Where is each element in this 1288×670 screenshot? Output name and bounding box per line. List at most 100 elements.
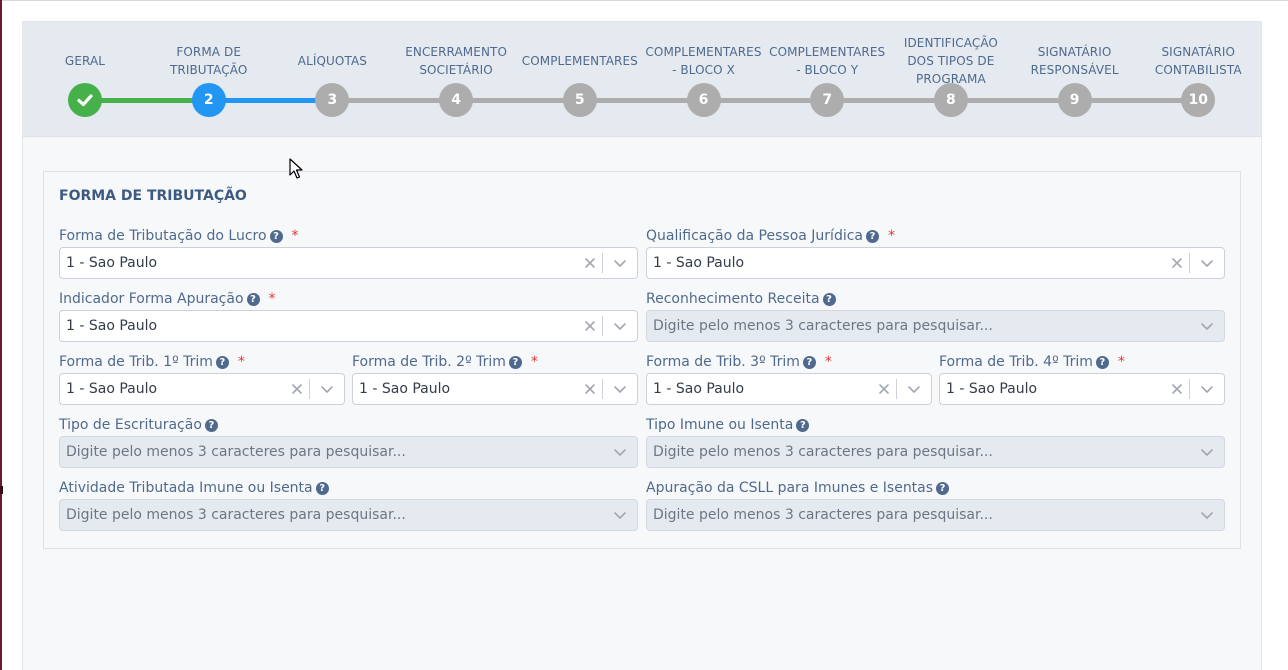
chevron-down-icon xyxy=(603,437,637,467)
required-marker: * xyxy=(268,291,276,307)
wizard-steps: GERAL FORMA DE TRIBUTAÇÃO 2 ALÍQUOTAS 3 ENCER… xyxy=(23,22,1261,137)
help-icon[interactable]: ? xyxy=(246,292,260,306)
required-marker: * xyxy=(1117,354,1125,370)
wizard-step-2[interactable]: FORMA DE TRIBUTAÇÃO 2 xyxy=(147,22,271,137)
select-value: 1 - Sao Paulo xyxy=(66,255,158,271)
clear-icon[interactable] xyxy=(872,374,896,404)
step-connector xyxy=(332,98,457,103)
step-number-badge[interactable]: 8 xyxy=(933,83,968,117)
wizard-step-4[interactable]: ENCERRAMENTO SOCIETÁRIO 4 xyxy=(394,22,518,137)
wizard-step-1[interactable]: GERAL xyxy=(23,22,147,137)
field-label-text: Forma de Trib. 1º Trim xyxy=(59,354,213,370)
step-number-badge[interactable]: 4 xyxy=(439,83,474,117)
help-icon[interactable]: ? xyxy=(1095,355,1109,369)
field-label-text: Forma de Trib. 2º Trim xyxy=(352,354,506,370)
chevron-down-icon[interactable] xyxy=(603,248,637,278)
help-icon[interactable]: ? xyxy=(802,355,816,369)
select-dropdown[interactable]: 1 - Sao Paulo xyxy=(352,373,638,405)
help-icon[interactable]: ? xyxy=(315,481,329,495)
clear-icon[interactable] xyxy=(578,248,602,278)
field-label: Forma de Tributação do Lucro? * xyxy=(59,227,299,245)
help-icon[interactable]: ? xyxy=(269,229,283,243)
field-label-text: Tipo de Escrituração xyxy=(59,417,202,433)
form-field: Forma de Tributação do Lucro? * 1 - Sao Pa… xyxy=(59,227,638,279)
step-number-badge[interactable]: 10 xyxy=(1181,83,1216,117)
left-edge-marker xyxy=(0,486,3,494)
step-number: 4 xyxy=(451,92,461,108)
step-number: 10 xyxy=(1188,92,1209,108)
form-field: Forma de Trib. 3º Trim? * 1 - Sao Paulo xyxy=(646,353,932,405)
chevron-down-icon[interactable] xyxy=(310,374,344,404)
step-number-badge[interactable]: 2 xyxy=(191,83,226,117)
wizard-step-5[interactable]: COMPLEMENTARES 5 xyxy=(518,22,642,137)
step-number-badge[interactable]: 3 xyxy=(315,83,350,117)
panel-title: FORMA DE TRIBUTAÇÃO xyxy=(59,188,247,204)
select-dropdown[interactable]: 1 - Sao Paulo xyxy=(646,373,932,405)
clear-icon[interactable] xyxy=(1165,248,1189,278)
field-label-text: Apuração da CSLL para Imunes e Isentas xyxy=(646,480,934,496)
required-marker: * xyxy=(237,354,245,370)
step-label: COMPLEMENTARES xyxy=(521,54,638,68)
form-field: Apuração da CSLL para Imunes e Isentas? D… xyxy=(646,479,1225,531)
step-label: SIGNATÁRIO CONTABILISTA xyxy=(1154,45,1242,77)
step-number-badge[interactable]: 6 xyxy=(686,83,721,117)
select-dropdown[interactable]: 1 - Sao Paulo xyxy=(59,310,638,342)
field-label-text: Atividade Tributada Imune ou Isenta xyxy=(59,480,313,496)
required-marker: * xyxy=(824,354,832,370)
chevron-down-icon[interactable] xyxy=(603,374,637,404)
field-label-text: Reconhecimento Receita xyxy=(646,291,820,307)
wizard-step-6[interactable]: COMPLEMENTARES - BLOCO X 6 xyxy=(642,22,766,137)
chevron-down-icon[interactable] xyxy=(1190,374,1224,404)
select-dropdown: Digite pelo menos 3 caracteres para pesq… xyxy=(646,436,1225,468)
field-label: Tipo Imune ou Isenta? xyxy=(646,416,810,434)
step-connector xyxy=(85,98,209,103)
select-dropdown[interactable]: 1 - Sao Paulo xyxy=(59,373,345,405)
chevron-down-icon xyxy=(603,500,637,530)
wizard-step-3[interactable]: ALÍQUOTAS 3 xyxy=(270,22,394,137)
field-label-text: Forma de Trib. 3º Trim xyxy=(646,354,800,370)
form-container: GERAL FORMA DE TRIBUTAÇÃO 2 ALÍQUOTAS 3 ENCER… xyxy=(22,21,1262,670)
help-icon[interactable]: ? xyxy=(796,418,810,432)
step-number-badge[interactable]: 5 xyxy=(562,83,597,117)
select-dropdown[interactable]: 1 - Sao Paulo xyxy=(59,247,638,279)
step-number: 6 xyxy=(698,92,709,108)
clear-icon[interactable] xyxy=(578,311,602,341)
select-dropdown: Digite pelo menos 3 caracteres para pesq… xyxy=(59,499,638,531)
step-number: 5 xyxy=(574,92,585,108)
wizard-step-10[interactable]: SIGNATÁRIO CONTABILISTA 10 xyxy=(1136,22,1260,137)
chevron-down-icon xyxy=(1190,500,1224,530)
step-connector xyxy=(827,98,951,103)
forma-tributacao-panel: FORMA DE TRIBUTAÇÃO Forma de Tributação … xyxy=(43,171,1241,549)
field-label-text: Indicador Forma Apuração xyxy=(59,291,244,307)
select-placeholder: Digite pelo menos 3 caracteres para pesq… xyxy=(653,507,993,523)
clear-icon[interactable] xyxy=(1165,374,1189,404)
help-icon[interactable]: ? xyxy=(866,229,879,243)
select-dropdown[interactable]: 1 - Sao Paulo xyxy=(646,247,1225,279)
chevron-down-icon[interactable] xyxy=(897,374,931,404)
clear-icon[interactable] xyxy=(285,374,309,404)
step-complete-check-icon[interactable] xyxy=(68,83,102,117)
chevron-down-icon[interactable] xyxy=(603,311,637,341)
wizard-step-7[interactable]: COMPLEMENTARES - BLOCO Y 7 xyxy=(765,22,889,137)
select-placeholder: Digite pelo menos 3 caracteres para pesq… xyxy=(66,507,406,523)
clear-icon[interactable] xyxy=(578,374,602,404)
window-top-border xyxy=(0,0,1288,1)
left-window-edge xyxy=(0,0,2,670)
step-number-badge[interactable]: 9 xyxy=(1057,83,1092,117)
form-field: Tipo Imune ou Isenta? Digite pelo menos 3… xyxy=(646,416,1225,468)
chevron-down-icon xyxy=(1190,437,1224,467)
help-icon[interactable]: ? xyxy=(508,355,522,369)
help-icon[interactable]: ? xyxy=(215,355,229,369)
step-label: IDENTIFICAÇÃO DOS TIPOS DE PROGRAMA xyxy=(903,36,998,86)
step-number: 9 xyxy=(1069,92,1080,108)
step-label: COMPLEMENTARES - BLOCO X xyxy=(645,45,762,77)
help-icon[interactable]: ? xyxy=(936,481,950,495)
select-dropdown[interactable]: 1 - Sao Paulo xyxy=(939,373,1225,405)
chevron-down-icon[interactable] xyxy=(1190,248,1224,278)
wizard-step-9[interactable]: SIGNATÁRIO RESPONSÁVEL 9 xyxy=(1013,22,1137,137)
help-icon[interactable]: ? xyxy=(204,418,218,432)
mouse-cursor-icon xyxy=(289,158,303,179)
step-number-badge[interactable]: 7 xyxy=(810,83,845,117)
help-icon[interactable]: ? xyxy=(822,292,836,306)
wizard-step-8[interactable]: IDENTIFICAÇÃO DOS TIPOS DE PROGRAMA 8 xyxy=(889,22,1013,137)
